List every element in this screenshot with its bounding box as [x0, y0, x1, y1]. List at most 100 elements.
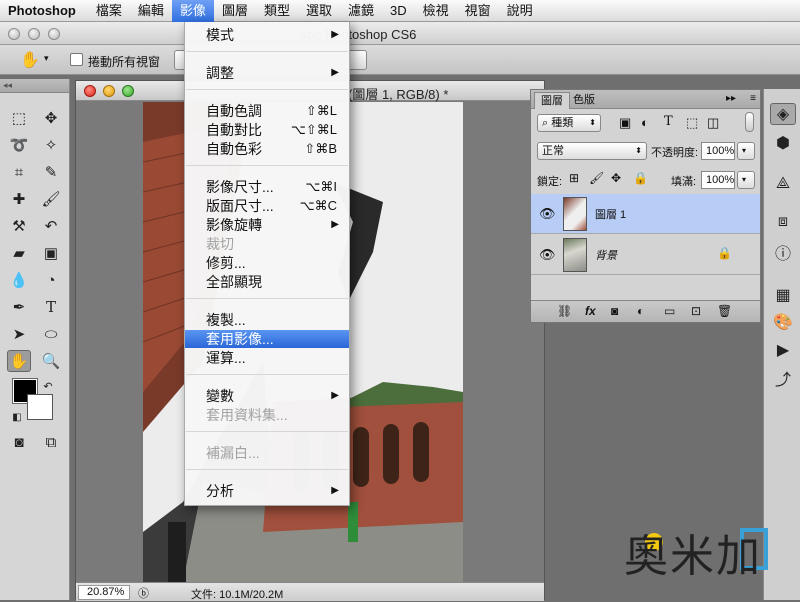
- info-dock-icon[interactable]: ⓘ: [770, 241, 796, 263]
- fill-field[interactable]: 100%: [701, 171, 735, 189]
- close-window-button[interactable]: [8, 28, 20, 40]
- quick-mask-icon[interactable]: ◙: [7, 431, 31, 453]
- menu-window[interactable]: 視窗: [457, 0, 499, 22]
- healing-brush-tool-icon[interactable]: ✚: [7, 188, 31, 210]
- fx-icon[interactable]: fx: [585, 304, 596, 318]
- type-filter-icon[interactable]: T: [664, 114, 673, 129]
- menu-item-auto-tone[interactable]: 自動色調 ⇧⌘L: [185, 102, 349, 120]
- channels-dock-icon[interactable]: ⬢: [770, 132, 796, 154]
- menu-item-auto-contrast[interactable]: 自動對比 ⌥⇧⌘L: [185, 121, 349, 139]
- tab-channels[interactable]: 色版: [567, 92, 601, 109]
- eyedropper-tool-icon[interactable]: ✎: [39, 161, 63, 183]
- lock-position-icon[interactable]: ✥: [611, 171, 621, 185]
- shape-filter-icon[interactable]: ⬚: [686, 115, 698, 131]
- close-document-button[interactable]: [84, 85, 96, 97]
- minimize-window-button[interactable]: [28, 28, 40, 40]
- clone-stamp-tool-icon[interactable]: ⚒: [7, 215, 31, 237]
- menu-item-canvas-size[interactable]: 版面尺寸... ⌥⌘C: [185, 197, 349, 215]
- menu-file[interactable]: 檔案: [88, 0, 130, 22]
- menu-select[interactable]: 選取: [298, 0, 340, 22]
- menu-item-mode[interactable]: 模式 ▶: [185, 26, 349, 44]
- menu-item-calculations[interactable]: 運算...: [185, 349, 349, 367]
- swap-colors-icon[interactable]: ↶: [36, 375, 60, 397]
- visibility-eye-icon[interactable]: 👁: [539, 206, 556, 222]
- new-layer-icon[interactable]: ⊡: [691, 304, 701, 318]
- lock-all-icon[interactable]: 🔒: [633, 171, 648, 185]
- adjustment-layer-icon[interactable]: ◐: [637, 304, 644, 318]
- lock-transparent-icon[interactable]: ⊞: [569, 171, 579, 185]
- chevron-down-icon[interactable]: ▾: [44, 53, 49, 64]
- history-brush-tool-icon[interactable]: ↶: [39, 215, 63, 237]
- lasso-tool-icon[interactable]: ➰: [7, 134, 31, 156]
- menu-edit[interactable]: 編輯: [130, 0, 172, 22]
- opacity-dropdown[interactable]: ▾: [737, 142, 755, 160]
- opacity-field[interactable]: 100%: [701, 142, 735, 160]
- menu-3d[interactable]: 3D: [382, 0, 415, 22]
- tools-panel-header[interactable]: ◂◂: [0, 79, 69, 93]
- menu-layer[interactable]: 圖層: [214, 0, 256, 22]
- layers-dock-icon[interactable]: ◈: [770, 103, 796, 125]
- menu-view[interactable]: 檢視: [415, 0, 457, 22]
- trash-icon[interactable]: 🗑: [717, 304, 732, 318]
- hand-tool-preset-icon[interactable]: ✋: [20, 50, 40, 70]
- swatches-dock-icon[interactable]: ▦: [770, 284, 796, 306]
- zoom-level-field[interactable]: 20.87%: [78, 585, 130, 600]
- magic-wand-tool-icon[interactable]: ✧: [39, 134, 63, 156]
- layer-kind-filter[interactable]: ⌕ 種類 ⬍: [537, 114, 601, 132]
- smart-object-filter-icon[interactable]: ◫: [707, 115, 719, 131]
- marquee-tool-icon[interactable]: ⬚: [7, 107, 31, 129]
- menu-image[interactable]: 影像: [171, 0, 214, 22]
- app-menu-photoshop[interactable]: Photoshop: [0, 0, 88, 22]
- menu-item-apply-image[interactable]: 套用影像...: [185, 330, 349, 348]
- collapse-panel-icon[interactable]: ▸▸: [726, 93, 736, 104]
- zoom-document-button[interactable]: [122, 85, 134, 97]
- ellipse-tool-icon[interactable]: ⬭: [39, 323, 63, 345]
- type-tool-icon[interactable]: T: [39, 296, 63, 318]
- link-layers-icon[interactable]: ⛓: [557, 304, 572, 318]
- visibility-eye-icon[interactable]: 👁: [539, 247, 556, 263]
- menu-help[interactable]: 說明: [499, 0, 541, 22]
- pen-tool-icon[interactable]: ✒: [7, 296, 31, 318]
- info-3d-dock-icon[interactable]: ⧈: [770, 211, 796, 233]
- menu-item-image-rotation[interactable]: 影像旋轉 ▶: [185, 216, 349, 234]
- minimize-document-button[interactable]: [103, 85, 115, 97]
- menu-type[interactable]: 類型: [256, 0, 298, 22]
- menu-item-reveal-all[interactable]: 全部顯現: [185, 273, 349, 291]
- scroll-all-windows-checkbox[interactable]: [70, 53, 83, 66]
- new-group-icon[interactable]: ▭: [664, 304, 675, 318]
- dodge-tool-icon[interactable]: ◔: [39, 269, 63, 291]
- menu-item-auto-color[interactable]: 自動色彩 ⇧⌘B: [185, 140, 349, 158]
- zoom-window-button[interactable]: [48, 28, 60, 40]
- status-info-icon[interactable]: ⓑ: [138, 585, 149, 601]
- actions-dock-icon[interactable]: ▶: [770, 339, 796, 361]
- color-dock-icon[interactable]: 🎨: [770, 311, 796, 333]
- layer-row[interactable]: 👁 背景 🔒: [531, 235, 760, 275]
- blur-tool-icon[interactable]: 💧: [7, 269, 31, 291]
- brush-tool-icon[interactable]: 🖌: [39, 188, 63, 210]
- screen-mode-icon[interactable]: ⧉: [39, 431, 63, 453]
- menu-item-adjustments[interactable]: 調整 ▶: [185, 64, 349, 82]
- filter-toggle-switch[interactable]: [745, 112, 754, 132]
- paths-dock-icon[interactable]: ⟁: [770, 173, 796, 195]
- layer-row[interactable]: 👁 圖層 1: [531, 194, 760, 234]
- zoom-tool-icon[interactable]: 🔍: [39, 350, 63, 372]
- background-color-swatch[interactable]: [27, 394, 53, 420]
- history-dock-icon[interactable]: ⤴: [770, 367, 796, 389]
- image-filter-icon[interactable]: ▣: [619, 115, 631, 131]
- crop-tool-icon[interactable]: ⌗: [7, 161, 31, 183]
- menu-item-duplicate[interactable]: 複製...: [185, 311, 349, 329]
- panel-menu-icon[interactable]: ≡: [750, 93, 756, 104]
- default-colors-icon[interactable]: ◧: [5, 406, 29, 428]
- blend-mode-select[interactable]: 正常 ⬍: [537, 142, 647, 160]
- gradient-tool-icon[interactable]: ▣: [39, 242, 63, 264]
- fill-dropdown[interactable]: ▾: [737, 171, 755, 189]
- lock-image-icon[interactable]: 🖌: [589, 171, 604, 185]
- add-mask-icon[interactable]: ◙: [611, 304, 618, 318]
- adjustment-filter-icon[interactable]: ◐: [641, 115, 649, 130]
- menu-filter[interactable]: 濾鏡: [340, 0, 382, 22]
- tab-layers[interactable]: 圖層: [534, 92, 570, 109]
- path-selection-tool-icon[interactable]: ➤: [7, 323, 31, 345]
- menu-item-analysis[interactable]: 分析 ▶: [185, 482, 349, 500]
- hand-tool-icon[interactable]: ✋: [7, 350, 31, 372]
- menu-item-variables[interactable]: 變數 ▶: [185, 387, 349, 405]
